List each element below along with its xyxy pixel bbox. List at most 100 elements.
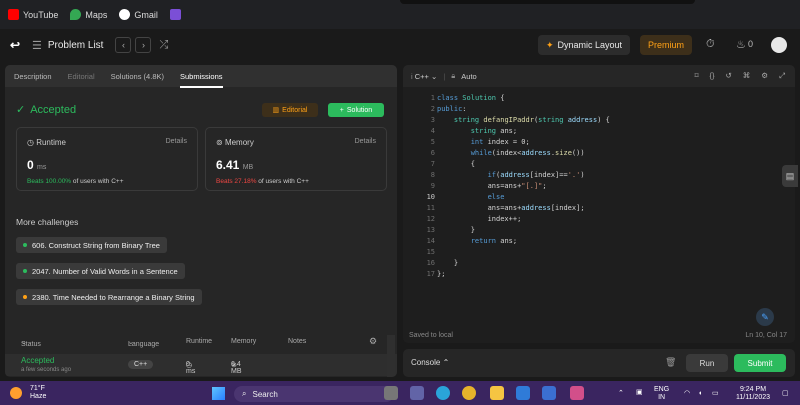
problem-list-link[interactable]: Problem List — [48, 40, 104, 51]
trash-icon[interactable]: 🗑︎ — [665, 357, 676, 368]
cursor-position: Ln 10, Col 17 — [745, 332, 787, 339]
list-icon: ☰ — [32, 39, 42, 52]
reset-icon[interactable]: ↺ — [725, 71, 731, 81]
code-line: while(index<address.size()) — [470, 149, 585, 157]
fire-icon[interactable]: ♨ — [736, 38, 746, 51]
code-line: index++; — [437, 215, 522, 223]
tray-app-icon[interactable]: ▣ — [636, 389, 643, 397]
tab-description[interactable]: Description — [14, 72, 52, 81]
left-tabs: Description Editorial Solutions (4.8K) S… — [5, 65, 397, 88]
code-line: } — [437, 259, 459, 267]
notification-icon[interactable]: ▢ — [782, 390, 789, 398]
prev-problem-button[interactable]: ‹ — [115, 37, 132, 53]
premium-button[interactable]: Premium — [640, 35, 692, 55]
check-circle-icon: ✓ — [16, 104, 26, 116]
editorial-button[interactable]: ▥ Editorial — [262, 103, 318, 117]
solution-button[interactable]: + Solution — [328, 103, 384, 117]
code-line: }; — [437, 270, 446, 278]
taskbar-search[interactable]: ⌕ Search — [234, 386, 394, 402]
scrollbar[interactable] — [387, 335, 395, 377]
language-select[interactable]: i C++ ⌄ — [411, 72, 437, 81]
bookmarks-bar: YouTube Maps Gmail — [0, 0, 800, 29]
avatar[interactable] — [771, 37, 787, 53]
row-status[interactable]: Accepted — [21, 356, 54, 365]
teams-icon[interactable] — [410, 386, 424, 400]
difficulty-dot — [23, 243, 27, 247]
line-number: 5 — [430, 138, 435, 146]
col-language[interactable]: Language ⌄ — [128, 338, 159, 348]
settings-icon[interactable]: ⚙ — [369, 336, 377, 347]
line-number: 2 — [430, 105, 435, 113]
dynamic-layout-button[interactable]: ✦ Dynamic Layout — [538, 35, 630, 55]
leetcode-logo-icon[interactable]: ↩ — [10, 38, 24, 52]
difficulty-dot — [23, 295, 27, 299]
search-icon: ⌕ — [242, 389, 247, 398]
fire-count: 0 — [748, 39, 754, 49]
clock[interactable]: 9:24 PM 11/11/2023 — [730, 386, 776, 402]
bookmark-youtube[interactable]: YouTube — [8, 9, 58, 20]
edge-icon[interactable] — [436, 386, 450, 400]
code-line: class Solution { — [437, 94, 505, 102]
weather-widget[interactable]: 71°F Haze — [10, 385, 46, 401]
bookmark-extension[interactable] — [169, 9, 181, 20]
braces-icon[interactable]: {} — [709, 71, 714, 81]
row-time: a few seconds ago — [21, 367, 72, 373]
chip-icon: ⊚ — [216, 138, 225, 147]
line-number: 7 — [430, 160, 435, 168]
bookmark-gmail[interactable]: Gmail — [119, 9, 158, 20]
bookmark-maps[interactable]: Maps — [70, 9, 107, 20]
shuffle-icon[interactable]: ⤮ — [159, 39, 168, 52]
explorer-icon[interactable] — [490, 386, 504, 400]
tray-chevron-icon[interactable]: ⌃ — [618, 390, 624, 398]
app-icon[interactable] — [542, 386, 556, 400]
submit-button[interactable]: Submit — [734, 354, 786, 372]
runtime-value: 0 ms — [27, 158, 47, 172]
windows-start-icon[interactable] — [212, 387, 225, 400]
console-toggle[interactable]: Console ⌃ — [411, 358, 449, 367]
memory-card[interactable]: ⊚ Memory Details 6.41 MB Beats 27.18% of… — [205, 127, 387, 191]
code-editor-panel: i C++ ⌄ | 🔒︎ Auto ⌑ {} ↺ ⌘ ⚙ ⤢ 1 2 3 4 5… — [403, 65, 795, 343]
timer-icon[interactable]: ⏱ — [706, 38, 715, 51]
more-challenges-heading: More challenges — [16, 217, 79, 227]
taskview-icon[interactable] — [384, 386, 398, 400]
table-row[interactable]: Accepted a few seconds ago C++ ◷ 0 ms ⊚ … — [5, 354, 397, 376]
memory-details-link[interactable]: Details — [355, 138, 376, 145]
challenge-item[interactable]: 606. Construct String from Binary Tree — [16, 237, 167, 253]
settings-icon[interactable]: ⚙ — [761, 71, 768, 81]
code-line: ans=ans+address[index]; — [437, 204, 585, 212]
code-line: ans=ans+"[.]"; — [437, 182, 547, 190]
run-button[interactable]: Run — [686, 354, 728, 372]
runtime-card[interactable]: ◷ Runtime Details 0 ms Beats 100.00% of … — [16, 127, 198, 191]
code-line: int index = 0; — [470, 138, 530, 146]
side-notes-icon[interactable]: ▤ — [782, 165, 798, 187]
code-line: return ans; — [470, 237, 518, 245]
volume-icon[interactable]: ◖ — [698, 390, 702, 398]
command-icon[interactable]: ⌘ — [743, 71, 751, 81]
extension-icon — [169, 9, 181, 20]
tab-editorial[interactable]: Editorial — [68, 72, 95, 81]
line-number: 9 — [430, 182, 435, 190]
store-icon[interactable] — [570, 386, 584, 400]
tab-submissions[interactable]: Submissions — [180, 72, 223, 88]
mail-icon[interactable] — [516, 386, 530, 400]
col-status[interactable]: Status ⌄ — [21, 338, 41, 348]
expand-icon[interactable]: ⤢ — [779, 71, 785, 81]
challenge-item[interactable]: 2047. Number of Valid Words in a Sentenc… — [16, 263, 185, 279]
code-line: if(address[index]=='.') — [487, 171, 585, 179]
feedback-chat-icon[interactable]: ✎ — [756, 308, 774, 326]
mode-label[interactable]: Auto — [461, 72, 476, 81]
code-line: } — [437, 226, 475, 234]
language-indicator[interactable]: ENG IN — [654, 386, 669, 402]
wifi-icon[interactable]: ◠ — [684, 390, 690, 398]
challenge-item[interactable]: 2380. Time Needed to Rearrange a Binary … — [16, 289, 202, 305]
line-number: 14 — [426, 237, 435, 245]
bookmark-icon[interactable]: ⌑ — [695, 71, 699, 81]
line-number: 10 — [426, 193, 435, 201]
col-runtime: Runtime — [186, 338, 213, 345]
next-problem-button[interactable]: › — [135, 37, 152, 53]
battery-icon[interactable]: ▭ — [712, 390, 719, 398]
chrome-icon[interactable] — [462, 386, 476, 400]
tab-solutions[interactable]: Solutions (4.8K) — [111, 72, 164, 81]
runtime-details-link[interactable]: Details — [166, 138, 187, 145]
difficulty-dot — [23, 269, 27, 273]
